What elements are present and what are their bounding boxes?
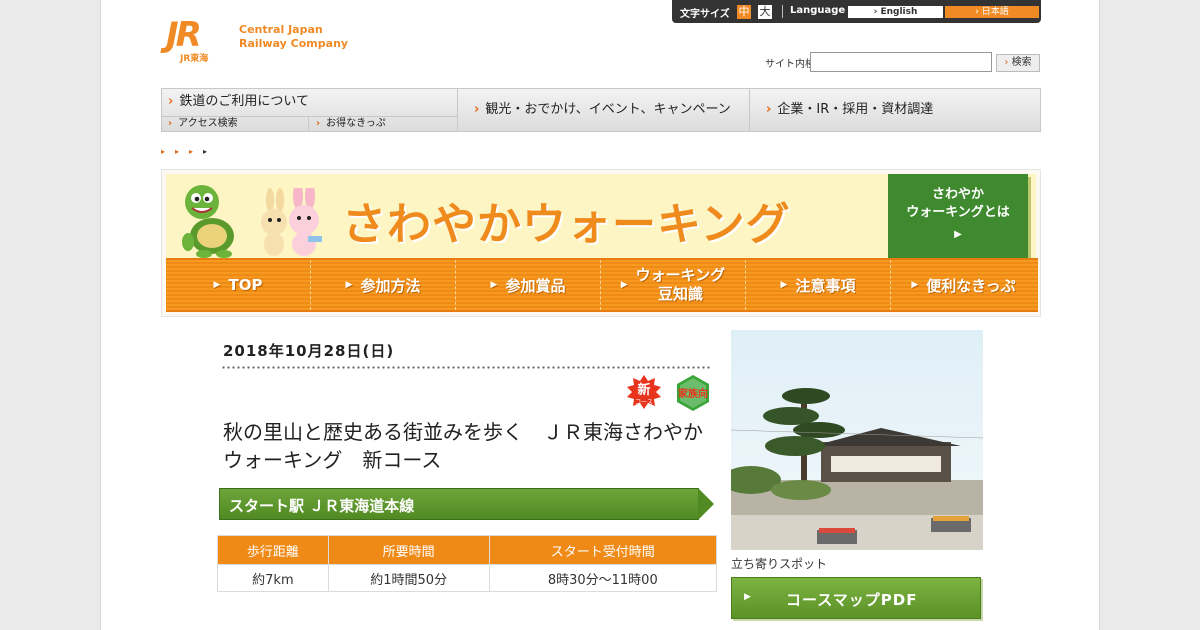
nav-corporate[interactable]: › 企業・IR・採用・資材調達 — [750, 89, 1040, 131]
dotted-divider — [221, 366, 711, 369]
breadcrumb: ▸▸▸▸ — [161, 147, 217, 156]
play-arrow-icon: ▶ — [911, 280, 919, 290]
course-map-pdf-button[interactable]: ▶ コースマップPDF — [731, 577, 983, 621]
event-info-table: 歩行距離 所要時間 スタート受付時間 約7km 約1時間50分 8時30分～11… — [217, 535, 718, 592]
chevron-right-icon: › — [168, 94, 174, 109]
banner-title: さわやかウォーキング — [342, 199, 791, 250]
search-input[interactable] — [810, 52, 992, 72]
english-button[interactable]: › English — [848, 6, 943, 18]
play-arrow-icon: ▶ — [954, 229, 962, 240]
play-arrow-icon: ▶ — [490, 280, 498, 290]
nav-access-search[interactable]: › アクセス検索 — [162, 117, 309, 131]
banner-nav-how-to-join[interactable]: ▶ 参加方法 — [311, 260, 456, 310]
banner-nav-label-line-1: ウォーキング — [635, 266, 726, 284]
what-is-line-2: ウォーキングとは — [906, 205, 1010, 220]
ribbon-tip — [698, 488, 714, 520]
play-arrow-icon: ▶ — [744, 592, 751, 602]
nav-access-search-label: アクセス検索 — [178, 118, 238, 129]
spot-photo — [731, 330, 983, 550]
font-size-label: 文字サイズ — [680, 9, 730, 20]
page: JR JR東海 Central Japan Railway Company 文字… — [100, 0, 1100, 630]
table-cell: 8時30分～11時00 — [488, 564, 718, 592]
what-is-line-1: さわやか — [931, 187, 984, 202]
rabbit-mascot-icon — [261, 188, 322, 256]
table-header: 所要時間 — [327, 535, 490, 565]
table-header: スタート受付時間 — [488, 535, 718, 565]
nav-discount-tickets-label: お得なきっぷ — [326, 118, 386, 129]
japanese-button[interactable]: › 日本語 — [945, 6, 1039, 18]
pdf-button-label: コースマップPDF — [786, 591, 918, 609]
chevron-right-icon: › — [474, 102, 480, 117]
divider — [782, 5, 783, 18]
nav-discount-tickets[interactable]: › お得なきっぷ — [310, 117, 458, 131]
chevron-right-icon: › — [1004, 57, 1012, 68]
family-badge-text: 家族向 — [678, 387, 708, 400]
banner-nav-label: 参加方法 — [360, 276, 421, 295]
play-arrow-icon: ▶ — [213, 280, 221, 290]
logo-sub: JR東海 — [180, 54, 209, 64]
jr-central-logo[interactable]: JR JR東海 Central Japan Railway Company — [166, 18, 356, 64]
table-cell: 約1時間50分 — [327, 564, 490, 592]
new-badge-sub: コース — [635, 399, 653, 406]
turtle-mascot-icon — [182, 185, 234, 258]
banner-header: さわやかウォーキング さわやか ウォーキングとは ▶ — [166, 174, 1036, 258]
banner-nav-label: ウォーキング 豆知識 — [636, 266, 726, 304]
banner-nav-label: 注意事項 — [795, 276, 856, 295]
banner-nav-walking-tips[interactable]: ▶ ウォーキング 豆知識 — [601, 260, 746, 310]
breadcrumb-item[interactable]: ▸ — [161, 147, 175, 156]
font-size-medium-button[interactable]: 中 — [737, 5, 751, 19]
utility-bar: 文字サイズ 中 大 Language › English › 日本語 — [672, 0, 1041, 23]
new-course-badge-icon: 新 コース — [627, 375, 661, 409]
nav-rail-usage-label: 鉄道のご利用について — [179, 94, 309, 109]
chevron-right-icon: › — [766, 102, 772, 117]
table-row: 約7km 約1時間50分 8時30分～11時00 — [217, 564, 718, 592]
banner-nav-top[interactable]: ▶ TOP — [166, 260, 311, 310]
table-header: 歩行距離 — [217, 535, 329, 565]
nav-travel[interactable]: › 観光・おでかけ、イベント、キャンペーン — [458, 89, 750, 131]
walking-banner: さわやかウォーキング さわやか ウォーキングとは ▶ ▶ TOP ▶ 参加方法 ▶ 参… — [161, 169, 1041, 317]
event-title: 秋の里山と歴史ある街並みを歩く ＪＲ東海さわやかウォーキング 新コース — [223, 420, 703, 472]
font-size-large-button[interactable]: 大 — [758, 5, 772, 19]
breadcrumb-item[interactable]: ▸ — [175, 147, 189, 156]
company-line-2: Railway Company — [239, 37, 349, 50]
banner-nav-label: 参加賞品 — [505, 276, 566, 295]
new-badge-text: 新 — [637, 382, 650, 398]
photo-caption: 立ち寄りスポット — [731, 557, 828, 571]
play-arrow-icon: ▶ — [780, 280, 788, 290]
company-line-1: Central Japan — [239, 23, 323, 36]
family-badge-icon: 家族向 — [677, 375, 709, 411]
main-nav: › 鉄道のご利用について › アクセス検索 › お得なきっぷ › 観光・おでかけ、イベン… — [161, 88, 1041, 132]
breadcrumb-item[interactable]: ▸ — [189, 147, 203, 156]
language-label: Language — [790, 5, 846, 16]
banner-nav-label-line-2: 豆知識 — [657, 285, 703, 303]
japanese-label: 日本語 — [981, 7, 1009, 17]
logo-mark: JR — [166, 15, 202, 55]
nav-rail-usage[interactable]: › 鉄道のご利用について — [162, 89, 458, 117]
search-button-label: 検索 — [1011, 57, 1032, 68]
nav-travel-label: 観光・おでかけ、イベント、キャンペーン — [485, 102, 731, 117]
nav-rail-group: › 鉄道のご利用について › アクセス検索 › お得なきっぷ — [162, 89, 458, 131]
chevron-right-icon: › — [316, 118, 321, 129]
play-arrow-icon: ▶ — [345, 280, 353, 290]
english-label: English — [880, 7, 918, 17]
start-station-ribbon: スタート駅 ＪＲ東海道本線 — [219, 488, 717, 522]
breadcrumb-current: ▸ — [203, 147, 218, 156]
banner-nav-notes[interactable]: ▶ 注意事項 — [746, 260, 891, 310]
search-button[interactable]: › 検索 — [996, 54, 1040, 72]
what-is-sawayaka-button[interactable]: さわやか ウォーキングとは ▶ — [888, 174, 1028, 258]
table-cell: 約7km — [217, 564, 329, 592]
pdf-button-body: ▶ コースマップPDF — [731, 577, 981, 619]
banner-nav-prizes[interactable]: ▶ 参加賞品 — [456, 260, 601, 310]
play-arrow-icon: ▶ — [620, 280, 628, 290]
nav-corporate-label: 企業・IR・採用・資材調達 — [777, 102, 934, 117]
banner-nav-tickets[interactable]: ▶ 便利なきっぷ — [891, 260, 1036, 310]
banner-nav-label: 便利なきっぷ — [926, 276, 1016, 295]
banner-nav: ▶ TOP ▶ 参加方法 ▶ 参加賞品 ▶ ウォーキング 豆知識 ▶ 注意事項 ▶ 便利なきっ… — [166, 258, 1038, 312]
start-station-text: スタート駅 ＪＲ東海道本線 — [229, 497, 430, 515]
company-name: Central Japan Railway Company — [239, 23, 348, 51]
chevron-right-icon: › — [168, 118, 173, 129]
banner-nav-label: TOP — [228, 276, 263, 294]
table-header-row: 歩行距離 所要時間 スタート受付時間 — [217, 535, 718, 565]
event-date: 2018年10月28日(日) — [223, 342, 395, 360]
